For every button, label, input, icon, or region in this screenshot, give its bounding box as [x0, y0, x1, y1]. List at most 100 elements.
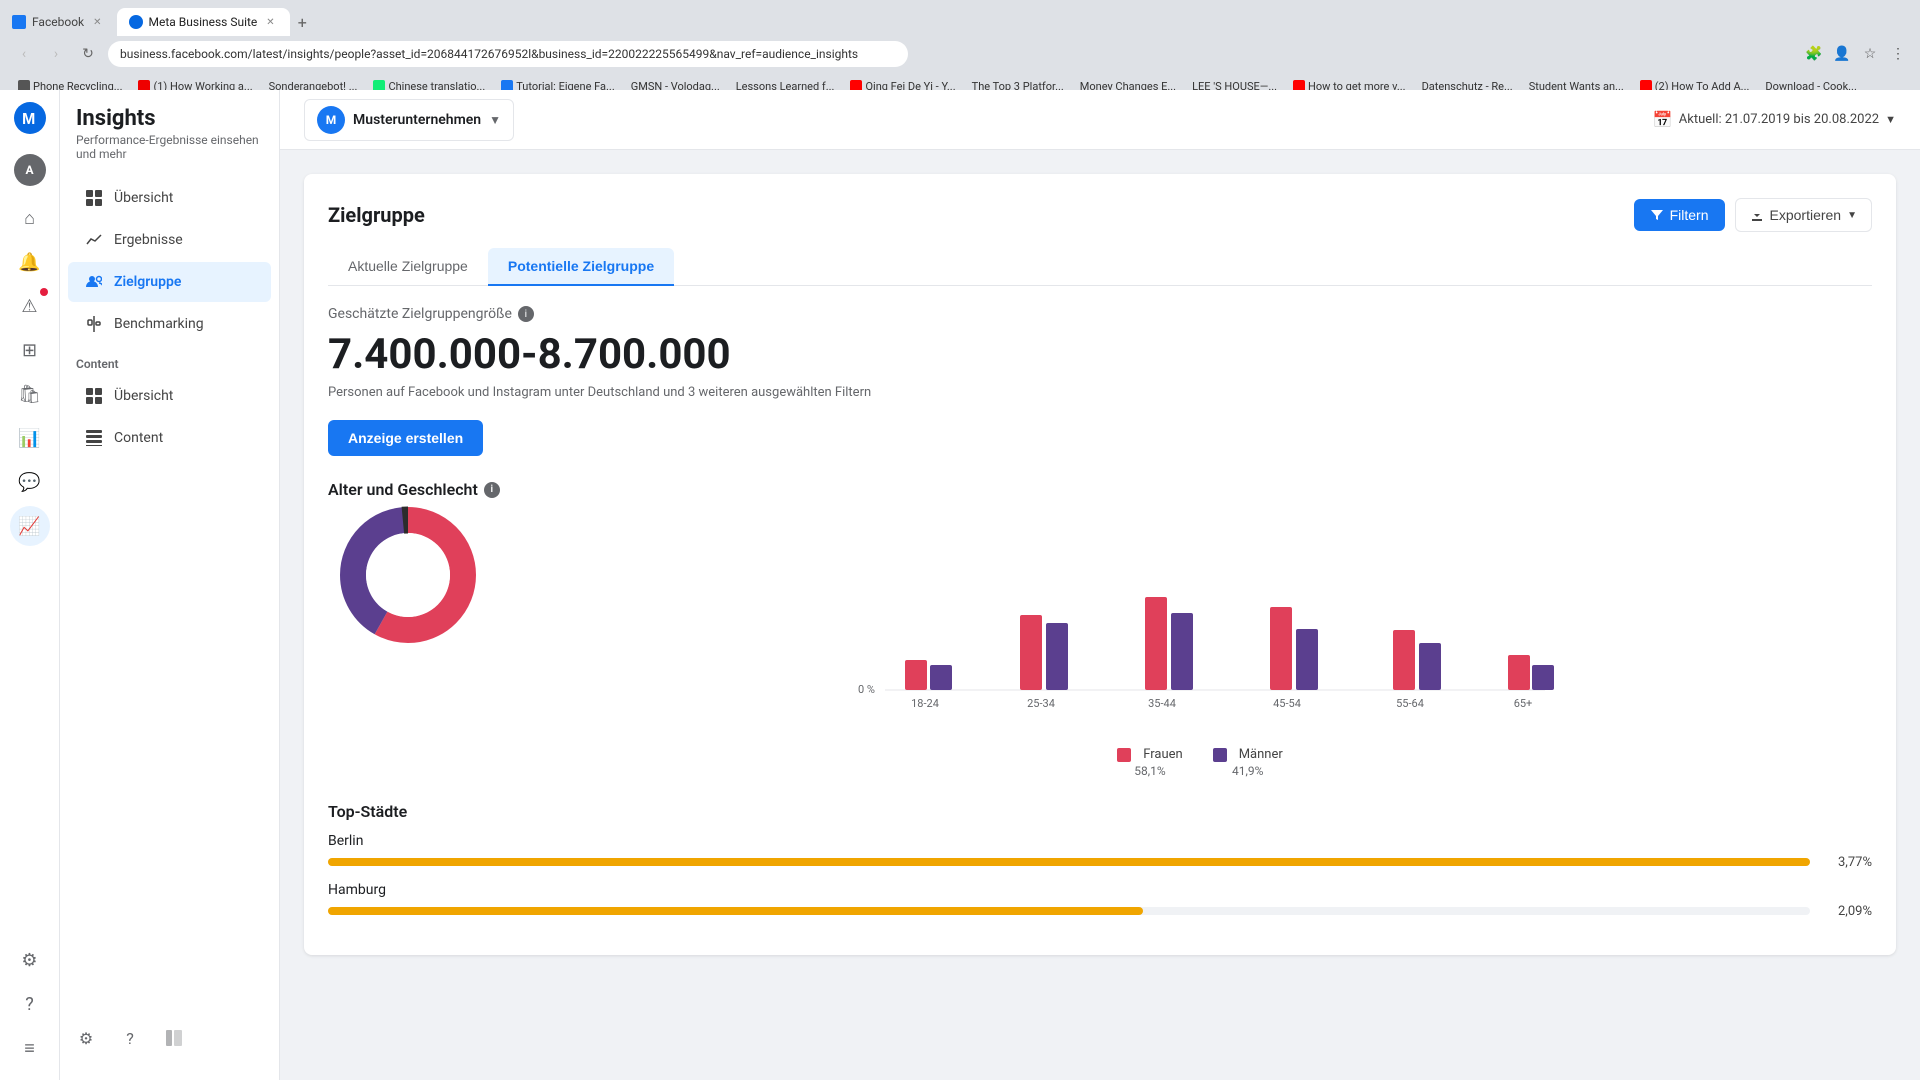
tab-meta[interactable]: Meta Business Suite ✕	[117, 8, 290, 36]
chart-sidebar-icon[interactable]: 📊	[10, 418, 50, 458]
menu-sidebar-icon[interactable]: ≡	[10, 1028, 50, 1068]
address-text: business.facebook.com/latest/insights/pe…	[120, 47, 858, 61]
frauen-pct: 58,1%	[1134, 764, 1165, 778]
donut-chart	[328, 495, 488, 655]
nav-uebersicht[interactable]: Übersicht	[68, 178, 271, 218]
grid-sidebar-icon[interactable]: ⊞	[10, 330, 50, 370]
forward-button[interactable]: ›	[44, 42, 68, 66]
svg-text:18-24: 18-24	[911, 697, 939, 710]
city-berlin-bar	[328, 858, 1810, 866]
filter-button[interactable]: Filtern	[1634, 199, 1725, 231]
nav-uebersicht-label: Übersicht	[114, 190, 173, 206]
create-ad-label: Anzeige erstellen	[348, 430, 463, 446]
meta-favicon	[129, 15, 143, 29]
maenner-pct: 41,9%	[1232, 764, 1263, 778]
nav-content-uebersicht[interactable]: Übersicht	[68, 376, 271, 416]
city-berlin-pct: 3,77%	[1822, 855, 1872, 870]
nav-content[interactable]: Content	[68, 418, 271, 458]
insights-title: Insights	[76, 106, 263, 131]
nav-benchmarking-label: Benchmarking	[114, 316, 204, 332]
city-hamburg-pct: 2,09%	[1822, 904, 1872, 919]
tabs-container: Aktuelle Zielgruppe Potentielle Zielgrup…	[328, 248, 1872, 286]
maenner-color-box	[1213, 748, 1227, 762]
city-hamburg-name: Hamburg	[328, 882, 1872, 898]
frauen-label: Frauen	[1143, 747, 1182, 762]
extensions-icon[interactable]: 🧩	[1804, 44, 1824, 64]
tab-facebook-close[interactable]: ✕	[90, 16, 104, 29]
company-name: Musterunternehmen	[353, 112, 481, 128]
tab-meta-label: Meta Business Suite	[149, 15, 258, 29]
legend-maenner: Männer 41,9%	[1213, 747, 1283, 778]
svg-text:35-44: 35-44	[1148, 697, 1176, 710]
new-tab-button[interactable]: +	[290, 8, 315, 36]
filter-icon	[1650, 208, 1664, 222]
content-card: Zielgruppe Filtern Exportier	[304, 174, 1896, 955]
nav-benchmarking[interactable]: Benchmarking	[68, 304, 271, 344]
donut-svg	[328, 495, 488, 655]
facebook-favicon	[12, 15, 26, 29]
benchmarking-icon	[84, 314, 104, 334]
alert-sidebar-wrap: ⚠	[10, 286, 50, 326]
age-gender-title: Alter und Geschlecht i	[328, 480, 1872, 499]
date-range[interactable]: 📅 Aktuell: 21.07.2019 bis 20.08.2022 ▼	[1653, 110, 1896, 129]
top-cities-section: Top-Städte Berlin 3,77% Hamburg	[328, 802, 1872, 919]
notification-dot	[40, 288, 48, 296]
help-sidebar-icon[interactable]: ?	[10, 984, 50, 1024]
home-sidebar-icon[interactable]: ⌂	[10, 198, 50, 238]
svg-text:0 %: 0 %	[858, 683, 875, 696]
left-sidebar: M A ⌂ 🔔 ⚠ ⊞ 🛍 📊 💬 📈 ⚙ ? ≡	[0, 90, 60, 1080]
bar-chart-svg: 0 % 18-24 25-34	[528, 515, 1872, 735]
content-area: M Musterunternehmen ▼ 📅 Aktuell: 21.07.2…	[280, 90, 1920, 1080]
export-button[interactable]: Exportieren ▼	[1735, 198, 1873, 232]
address-input[interactable]: business.facebook.com/latest/insights/pe…	[108, 41, 908, 67]
back-button[interactable]: ‹	[12, 42, 36, 66]
bookmark-star-icon[interactable]: ☆	[1860, 44, 1880, 64]
city-hamburg-bar-row: 2,09%	[328, 902, 1872, 919]
tab-facebook[interactable]: Facebook ✕	[0, 8, 117, 36]
tab-potentielle-label: Potentielle Zielgruppe	[508, 258, 654, 274]
content-uebersicht-icon	[84, 386, 104, 406]
nav-ergebnisse[interactable]: Ergebnisse	[68, 220, 271, 260]
svg-text:45-54: 45-54	[1273, 697, 1301, 710]
company-dropdown-icon: ▼	[489, 113, 501, 127]
content-section-label: Content	[60, 345, 279, 375]
bar-chart-area: 0 % 18-24 25-34	[528, 515, 1872, 778]
nav-zielgruppe[interactable]: Zielgruppe	[68, 262, 271, 302]
company-selector[interactable]: M Musterunternehmen ▼	[304, 99, 514, 141]
help-nav-icon[interactable]: ?	[112, 1020, 148, 1056]
bell-sidebar-wrap: 🔔	[10, 242, 50, 282]
tab-meta-close[interactable]: ✕	[263, 16, 277, 29]
date-dropdown-icon: ▼	[1885, 113, 1896, 126]
nav-content-label: Content	[114, 430, 163, 446]
audience-size-label-text: Geschätzte Zielgruppengröße	[328, 306, 512, 322]
refresh-button[interactable]: ↻	[76, 42, 100, 66]
user-avatar[interactable]: A	[14, 154, 46, 186]
nav-ergebnisse-label: Ergebnisse	[114, 232, 183, 248]
company-avatar: M	[317, 106, 345, 134]
bell-sidebar-icon[interactable]: 🔔	[10, 242, 50, 282]
audience-info-icon[interactable]: i	[518, 306, 534, 322]
message-sidebar-icon[interactable]: 💬	[10, 462, 50, 502]
create-ad-button[interactable]: Anzeige erstellen	[328, 420, 483, 456]
profile-icon[interactable]: 👤	[1832, 44, 1852, 64]
browser-chrome: Facebook ✕ Meta Business Suite ✕ + ‹ › ↻…	[0, 0, 1920, 90]
collapse-nav-icon[interactable]	[156, 1020, 192, 1056]
tab-potentielle[interactable]: Potentielle Zielgruppe	[488, 248, 674, 286]
svg-text:55-64: 55-64	[1396, 697, 1424, 710]
tab-facebook-label: Facebook	[32, 15, 84, 29]
company-avatar-letter: M	[326, 113, 337, 127]
shop-sidebar-icon[interactable]: 🛍	[10, 374, 50, 414]
main-content: Zielgruppe Filtern Exportier	[280, 150, 1920, 1080]
city-row-hamburg: Hamburg 2,09%	[328, 882, 1872, 919]
audience-size-number: 7.400.000-8.700.000	[328, 330, 1872, 379]
settings-sidebar-icon[interactable]: ⚙	[10, 940, 50, 980]
frauen-color-box	[1117, 748, 1131, 762]
more-icon[interactable]: ⋮	[1888, 44, 1908, 64]
top-cities-title: Top-Städte	[328, 802, 1872, 821]
content-header: M Musterunternehmen ▼ 📅 Aktuell: 21.07.2…	[280, 90, 1920, 150]
analytics-sidebar-icon[interactable]: 📈	[10, 506, 50, 546]
city-berlin-bar-row: 3,77%	[328, 853, 1872, 870]
settings-nav-icon[interactable]: ⚙	[68, 1020, 104, 1056]
zielgruppe-icon	[84, 272, 104, 292]
tab-aktuelle[interactable]: Aktuelle Zielgruppe	[328, 248, 488, 286]
